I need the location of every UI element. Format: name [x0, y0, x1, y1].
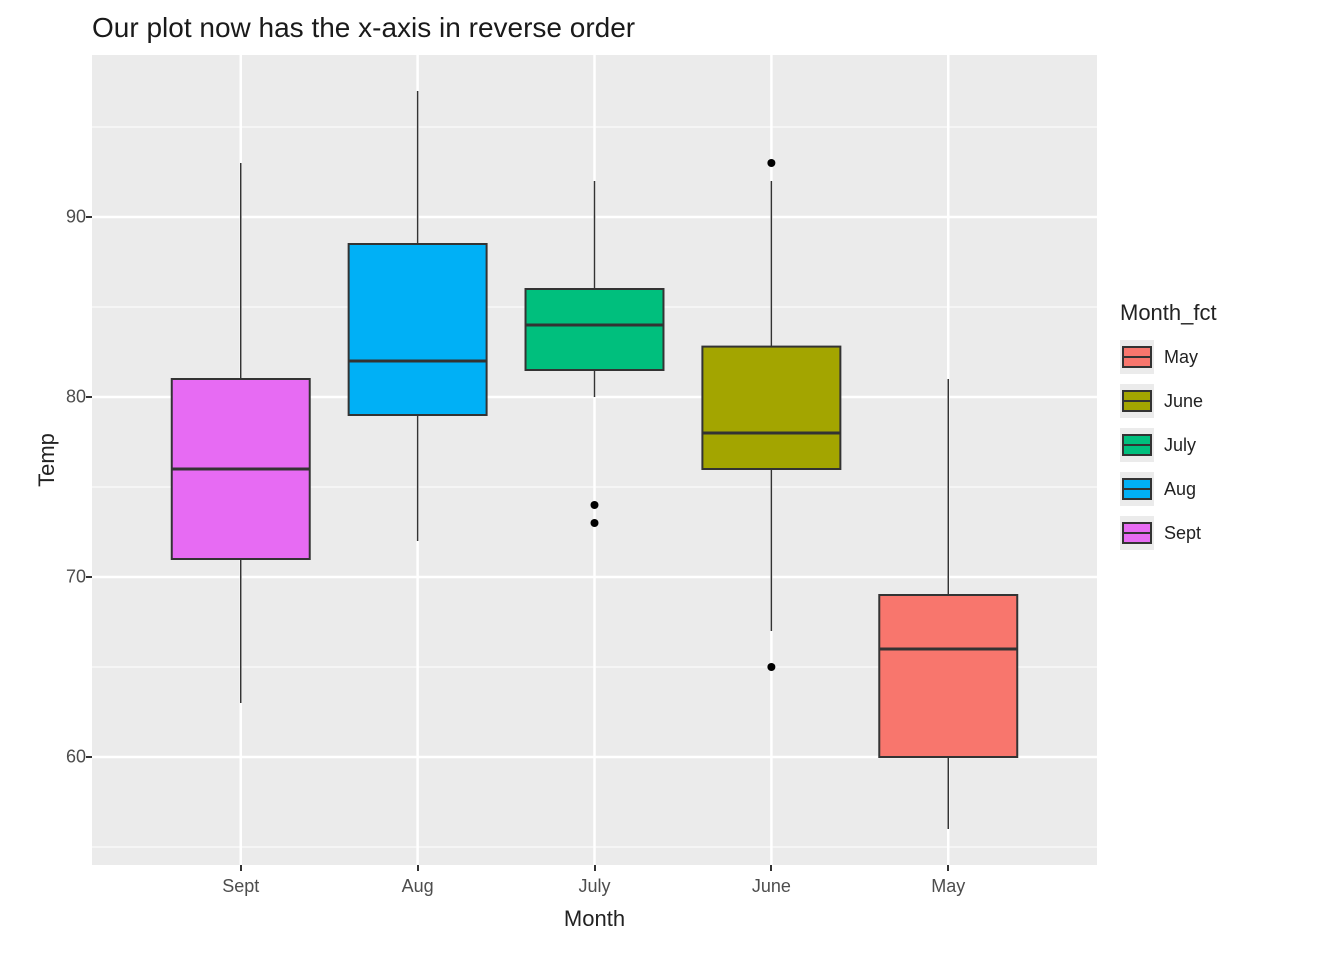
legend-item: Aug [1120, 472, 1330, 506]
legend-key [1120, 428, 1154, 462]
plot-panel [92, 55, 1097, 865]
x-tick-mark [417, 865, 419, 871]
plot-svg [92, 55, 1097, 865]
x-tick-label: June [752, 876, 791, 897]
x-tick-label: July [578, 876, 610, 897]
y-axis-label: Temp [20, 55, 74, 865]
figure: Our plot now has the x-axis in reverse o… [0, 0, 1344, 960]
legend: Month_fct May June July Aug Sept [1120, 300, 1330, 560]
x-tick-label: May [931, 876, 965, 897]
x-tick-mark [240, 865, 242, 871]
legend-key [1120, 516, 1154, 550]
legend-key [1120, 472, 1154, 506]
legend-item: June [1120, 384, 1330, 418]
legend-label: Aug [1164, 479, 1196, 500]
x-tick-mark [594, 865, 596, 871]
y-tick-label: 90 [26, 207, 86, 228]
legend-label: July [1164, 435, 1196, 456]
legend-item: May [1120, 340, 1330, 374]
chart-title: Our plot now has the x-axis in reverse o… [92, 12, 635, 44]
legend-key [1120, 340, 1154, 374]
x-tick-mark [947, 865, 949, 871]
y-tick-mark [86, 576, 92, 578]
legend-label: Sept [1164, 523, 1201, 544]
legend-key [1120, 384, 1154, 418]
y-tick-label: 70 [26, 567, 86, 588]
y-tick-label: 60 [26, 747, 86, 768]
x-tick-label: Aug [402, 876, 434, 897]
x-tick-mark [770, 865, 772, 871]
legend-label: June [1164, 391, 1203, 412]
y-tick-mark [86, 396, 92, 398]
x-axis-label: Month [92, 906, 1097, 932]
y-tick-label: 80 [26, 387, 86, 408]
x-tick-label: Sept [222, 876, 259, 897]
legend-title: Month_fct [1120, 300, 1330, 326]
y-tick-mark [86, 216, 92, 218]
legend-item: Sept [1120, 516, 1330, 550]
y-tick-mark [86, 756, 92, 758]
legend-item: July [1120, 428, 1330, 462]
legend-label: May [1164, 347, 1198, 368]
